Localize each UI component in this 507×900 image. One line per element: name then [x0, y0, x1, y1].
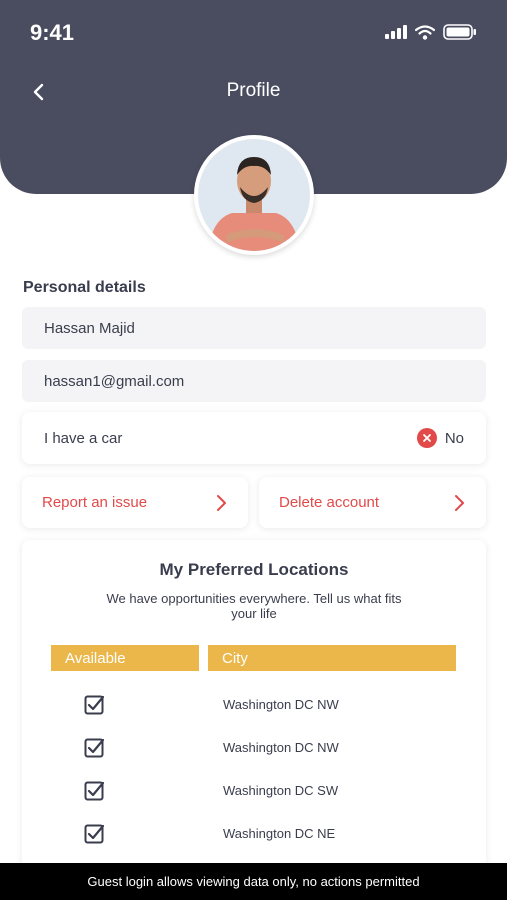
city-name: Washington DC NW — [223, 740, 339, 755]
location-row: Washington DC NW — [22, 690, 486, 720]
car-value: No — [444, 429, 464, 447]
name-value: Hassan Majid — [44, 319, 135, 337]
column-header-city: City — [208, 645, 456, 671]
wifi-icon — [415, 24, 435, 40]
guest-login-banner: Guest login allows viewing data only, no… — [0, 863, 507, 900]
car-row: I have a car No — [22, 412, 486, 464]
profile-photo — [198, 139, 310, 251]
checkbox-checked-icon[interactable] — [84, 738, 104, 758]
location-row: Washington DC NE — [22, 819, 486, 849]
email-value: hassan1@gmail.com — [44, 372, 185, 390]
car-label: I have a car — [44, 429, 123, 447]
avatar — [194, 135, 314, 255]
report-issue-label: Report an issue — [42, 494, 148, 511]
location-row: Washington DC NW — [22, 733, 486, 763]
city-name: Washington DC SW — [223, 783, 339, 798]
locations-title: My Preferred Locations — [159, 560, 349, 579]
location-row: Washington DC SW — [22, 776, 486, 806]
signal-icon — [385, 25, 407, 39]
chevron-right-icon — [455, 494, 464, 511]
status-icons — [385, 24, 477, 40]
name-field[interactable]: Hassan Majid — [22, 307, 486, 349]
personal-details-title: Personal details — [23, 279, 146, 296]
locations-subtitle: We have opportunities everywhere. Tell u… — [106, 591, 402, 621]
email-field[interactable]: hassan1@gmail.com — [22, 360, 486, 402]
delete-account-button[interactable]: Delete account — [259, 477, 486, 528]
checkbox-checked-icon[interactable] — [84, 781, 104, 801]
checkbox-checked-icon[interactable] — [84, 824, 104, 844]
checkbox-checked-icon[interactable] — [84, 695, 104, 715]
car-toggle[interactable]: No — [416, 428, 464, 448]
city-name: Washington DC NE — [223, 826, 336, 841]
chevron-right-icon — [217, 494, 226, 511]
preferred-locations-card: My Preferred Locations We have opportuni… — [22, 540, 486, 870]
battery-icon — [443, 24, 476, 40]
status-time: 9:41 — [30, 20, 75, 45]
report-issue-button[interactable]: Report an issue — [22, 477, 248, 528]
page-title: Profile — [226, 80, 281, 101]
guest-login-text: Guest login allows viewing data only, no… — [87, 874, 420, 889]
column-header-available: Available — [51, 645, 199, 671]
x-circle-icon — [416, 428, 437, 448]
city-name: Washington DC NW — [223, 697, 339, 712]
delete-account-label: Delete account — [279, 494, 380, 511]
